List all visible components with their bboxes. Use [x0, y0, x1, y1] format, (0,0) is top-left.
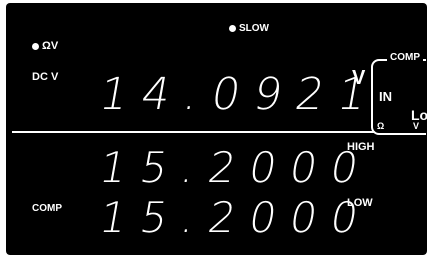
unit-v-label: V [352, 67, 366, 89]
slow-label: SLOW [239, 23, 269, 34]
high-label: HIGH [347, 141, 375, 153]
slow-dot-icon [229, 25, 236, 32]
slow-indicator: SLOW [229, 23, 269, 34]
instrument-display: SLOW ΩV DC V 14.0921 V COMP IN Lo Ω V 15… [6, 3, 427, 255]
comp-v-label: V [413, 121, 420, 131]
low-reading: 15.2000 [95, 193, 377, 242]
dc-v-label: DC V [32, 71, 59, 83]
comp-omega-label: Ω [377, 121, 385, 131]
ohm-v-dot-icon [32, 42, 39, 50]
comp-panel: COMP IN Lo Ω V [371, 52, 427, 135]
ohm-v-indicator: ΩV [32, 40, 58, 52]
comp-label: COMP [32, 203, 62, 214]
display-divider [12, 131, 374, 133]
main-reading: 14.0921 [95, 69, 385, 120]
comp-panel-title: COMP [387, 52, 423, 63]
comp-in-label: IN [379, 89, 392, 104]
ohm-v-label: ΩV [42, 40, 59, 52]
low-label: LOW [347, 197, 373, 209]
high-reading: 15.2000 [95, 143, 377, 192]
